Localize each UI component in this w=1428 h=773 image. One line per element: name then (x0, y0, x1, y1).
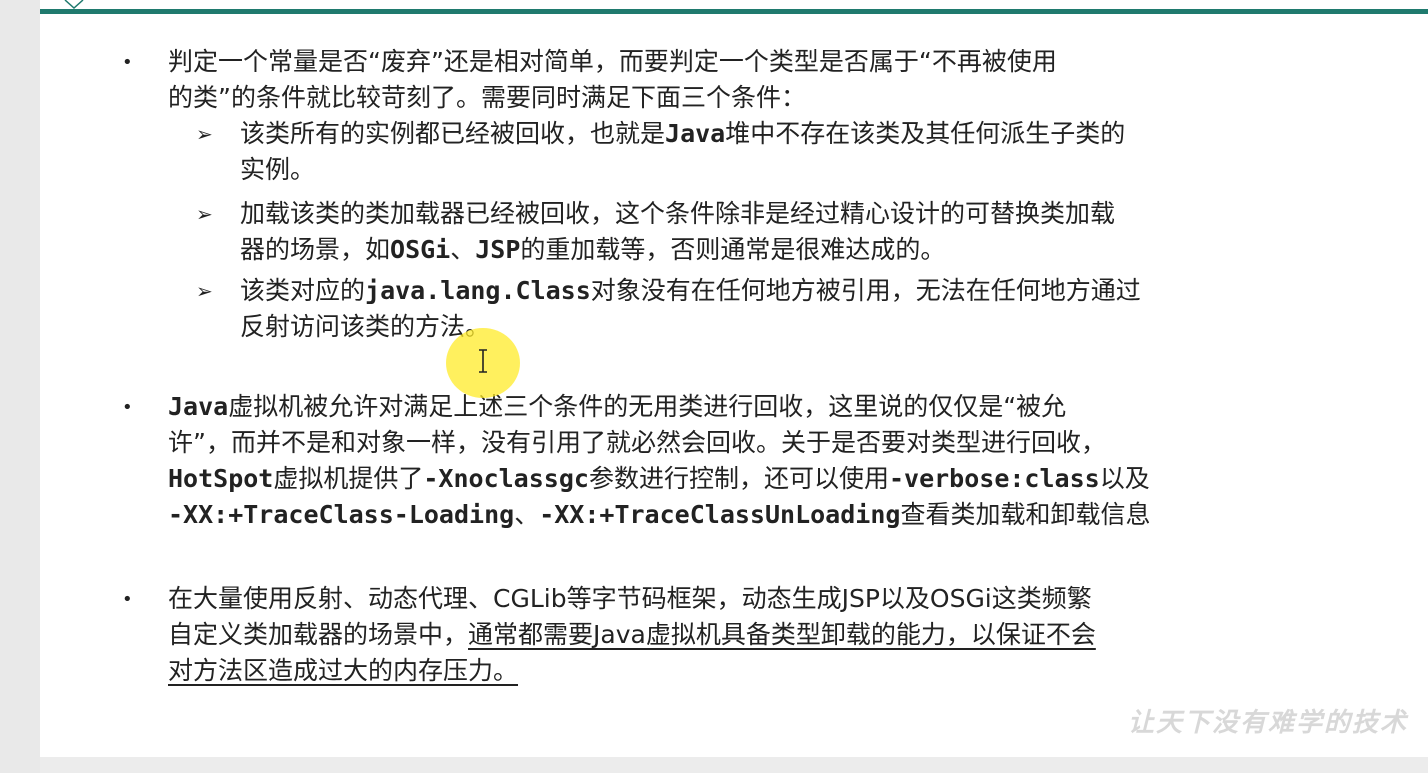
text-run: 对方法区造成过大的内存压力。 (168, 656, 519, 685)
text-line: 许”，而并不是和对象一样，没有引用了就必然会回收。关于是否要对类型进行回收， (168, 425, 1398, 461)
text-line: 自定义类加载器的场景中，通常都需要Java虚拟机具备类型卸载的能力，以保证不会 (168, 617, 1398, 653)
bullet-2-text: Java虚拟机被允许对满足上述三个条件的无用类进行回收，这里说的仅仅是“被允 许… (168, 389, 1398, 533)
text-run: 该类所有的实例都已经被回收，也就是 (240, 119, 666, 148)
slide-header-bar (40, 9, 1428, 14)
text-line: 反射访问该类的方法。 (240, 309, 1400, 345)
arrowhead-icon: ➢ (196, 122, 213, 146)
text-run: 反射访问该类的方法。 (240, 312, 491, 341)
text-line: 该类对应的java.lang.Class对象没有在任何地方被引用，无法在任何地方… (240, 273, 1400, 309)
text-run: 该类对应的 (240, 276, 366, 305)
bullet-dot-icon: • (122, 589, 133, 610)
text-line: 判定一个常量是否“废弃”还是相对简单，而要判定一个类型是否属于“不再被使用 (168, 44, 1398, 80)
code-text: JSP (475, 235, 521, 264)
window-left-margin (0, 0, 40, 773)
code-text: OSGi (390, 235, 451, 264)
code-text: HotSpot (168, 464, 274, 493)
text-run: 加载该类的类加载器已经被回收，这个条件除非是经过精心设计的可替换类加载 (240, 199, 1116, 228)
header-notch-icon (64, 0, 84, 9)
text-run: 堆中不存在该类及其任何派生子类的 (725, 119, 1126, 148)
code-text: Java (168, 392, 229, 421)
code-text: Java (665, 119, 726, 148)
code-text: -XX:+TraceClass-Loading (168, 500, 515, 529)
subitem-1-text: 该类所有的实例都已经被回收，也就是Java堆中不存在该类及其任何派生子类的 实例… (240, 116, 1400, 188)
text-run: 的类”的条件就比较苛刻了。需要同时满足下面三个条件： (168, 83, 806, 112)
subitem-2-text: 加载该类的类加载器已经被回收，这个条件除非是经过精心设计的可替换类加载 器的场景… (240, 196, 1400, 268)
code-text: -XX:+TraceClassUnLoading (539, 500, 901, 529)
text-line: 实例。 (240, 152, 1400, 188)
arrowhead-icon: ➢ (196, 202, 213, 226)
watermark-text: 让天下没有难学的技术 (1128, 708, 1409, 738)
subitem-3-text: 该类对应的java.lang.Class对象没有在任何地方被引用，无法在任何地方… (240, 273, 1400, 345)
text-run: 查看类加载和卸载信息 (900, 500, 1151, 529)
text-run: 许”，而并不是和对象一样，没有引用了就必然会回收。关于是否要对类型进行回收， (168, 428, 1106, 457)
bullet-3-text: 在大量使用反射、动态代理、CGLib等字节码框架，动态生成JSP以及OSGi这类… (168, 581, 1398, 689)
text-run: 对象没有在任何地方被引用，无法在任何地方通过 (590, 276, 1141, 305)
text-line: Java虚拟机被允许对满足上述三个条件的无用类进行回收，这里说的仅仅是“被允 (168, 389, 1398, 425)
text-line: 的类”的条件就比较苛刻了。需要同时满足下面三个条件： (168, 80, 1398, 116)
code-text: -Xnoclassgc (423, 464, 589, 493)
text-line: HotSpot虚拟机提供了-Xnoclassgc参数进行控制，还可以使用-ver… (168, 461, 1398, 497)
text-run: 以及 (1099, 464, 1150, 493)
text-line: 器的场景，如OSGi、JSP的重加载等，否则通常是很难达成的。 (240, 232, 1400, 268)
bullet-dot-icon: • (122, 397, 133, 418)
text-run: 自定义类加载器的场景中， (168, 620, 469, 649)
text-line: 对方法区造成过大的内存压力。 (168, 653, 1398, 689)
bullet-1-text: 判定一个常量是否“废弃”还是相对简单，而要判定一个类型是否属于“不再被使用 的类… (168, 44, 1398, 116)
code-text: java.lang.Class (365, 276, 591, 305)
text-run: 、 (514, 500, 540, 529)
text-run: 判定一个常量是否“废弃”还是相对简单，而要判定一个类型是否属于“不再被使用 (168, 47, 1057, 76)
bullet-dot-icon: • (122, 52, 133, 73)
text-run: 在大量使用反射、动态代理、CGLib等字节码框架，动态生成JSP以及OSGi这类… (168, 584, 1092, 613)
slide: • 判定一个常量是否“废弃”还是相对简单，而要判定一个类型是否属于“不再被使用 … (40, 0, 1428, 757)
text-line: 加载该类的类加载器已经被回收，这个条件除非是经过精心设计的可替换类加载 (240, 196, 1400, 232)
code-text: -verbose:class (888, 464, 1100, 493)
text-run: 参数进行控制，还可以使用 (588, 464, 889, 493)
text-run: 器的场景，如 (240, 235, 391, 264)
text-run: 通常都需要Java虚拟机具备类型卸载的能力，以保证不会 (468, 620, 1096, 649)
text-run: 虚拟机提供了 (273, 464, 424, 493)
text-cursor-icon (479, 349, 487, 373)
arrowhead-icon: ➢ (196, 279, 213, 303)
text-run: 、 (450, 235, 476, 264)
text-line: 在大量使用反射、动态代理、CGLib等字节码框架，动态生成JSP以及OSGi这类… (168, 581, 1398, 617)
window-bottom-margin (40, 757, 1428, 773)
text-line: -XX:+TraceClass-Loading、-XX:+TraceClassU… (168, 497, 1398, 533)
text-run: 虚拟机被允许对满足上述三个条件的无用类进行回收，这里说的仅仅是“被允 (228, 392, 1067, 421)
text-run: 的重加载等，否则通常是很难达成的。 (520, 235, 946, 264)
text-line: 该类所有的实例都已经被回收，也就是Java堆中不存在该类及其任何派生子类的 (240, 116, 1400, 152)
text-run: 实例。 (240, 155, 316, 184)
